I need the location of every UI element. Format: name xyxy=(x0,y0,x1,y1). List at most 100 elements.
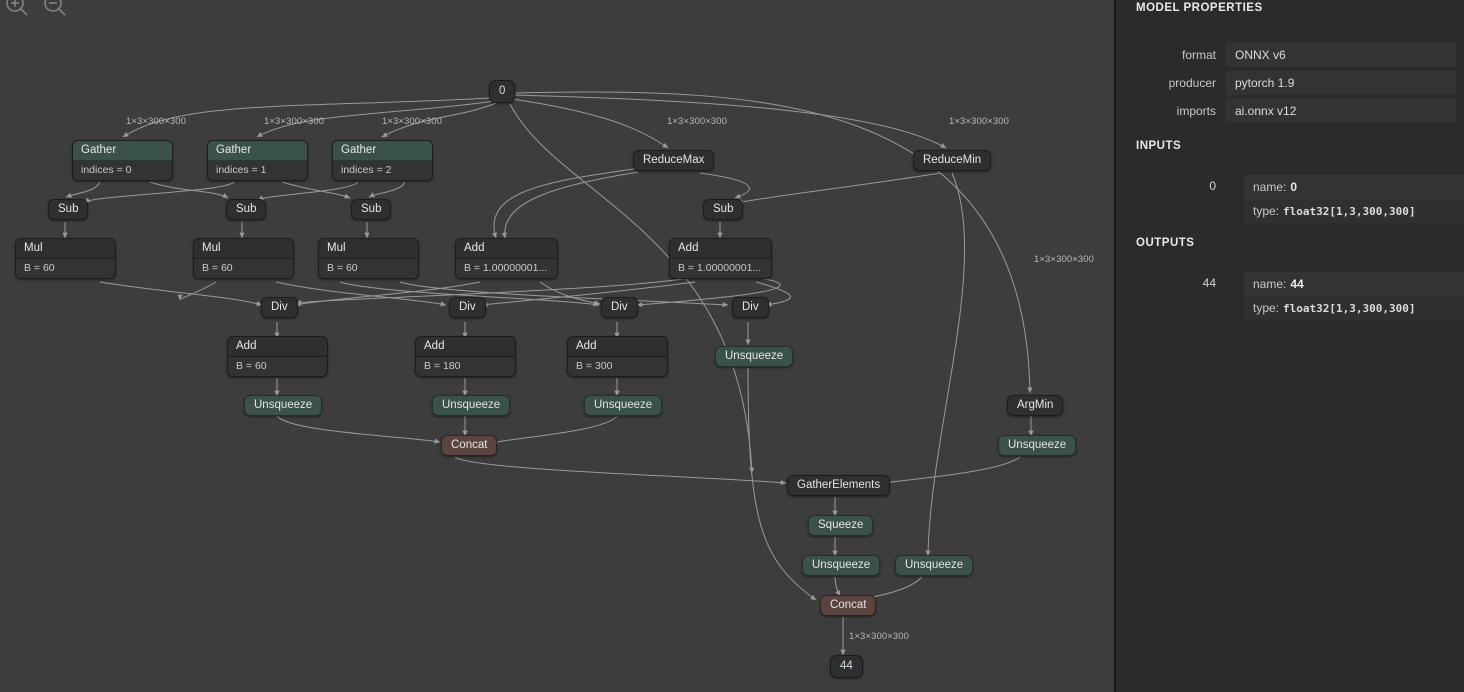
model-properties-sidebar: MODEL PROPERTIES format ONNX v6 producer… xyxy=(1114,0,1464,692)
property-row-producer: producer pytorch 1.9 xyxy=(1116,71,1456,95)
node-attribute: B = 60 xyxy=(16,259,115,278)
netron-window: 1×3×300×300 1×3×300×300 1×3×300×300 1×3×… xyxy=(0,0,1464,692)
edge-label-shape: 1×3×300×300 xyxy=(849,631,910,642)
node-label: 44 xyxy=(840,659,853,672)
node-label: ReduceMax xyxy=(643,153,705,166)
node-label: Unsqueeze xyxy=(812,558,871,571)
property-row-imports: imports ai.onnx v12 xyxy=(1116,99,1456,123)
graph-node-output-44[interactable]: 44 xyxy=(830,655,863,678)
input-type-line: type: float32[1,3,300,300] xyxy=(1244,199,1464,223)
node-label: Concat xyxy=(830,598,867,611)
input-name-label: name: xyxy=(1253,180,1287,194)
graph-node-div-1[interactable]: Div xyxy=(449,297,486,318)
node-attribute: indices = 1 xyxy=(208,161,307,180)
graph-node-div-2[interactable]: Div xyxy=(601,297,638,318)
node-title: Add xyxy=(456,239,557,259)
graph-node-gather-1[interactable]: Gather indices = 1 xyxy=(207,140,308,181)
graph-node-sub-1[interactable]: Sub xyxy=(226,199,267,220)
node-title: Add xyxy=(568,337,667,357)
graph-node-unsqueeze-4[interactable]: Unsqueeze xyxy=(802,555,881,576)
node-label: Sub xyxy=(713,202,734,215)
graph-node-div-3[interactable]: Div xyxy=(732,297,769,318)
output-name-label: name: xyxy=(1253,277,1287,291)
node-label: Unsqueeze xyxy=(1008,438,1067,451)
node-label: 0 xyxy=(499,84,506,97)
graph-node-mul-0[interactable]: Mul B = 60 xyxy=(15,238,116,279)
node-label: Squeeze xyxy=(818,518,864,531)
node-label: ArgMin xyxy=(1017,398,1054,411)
graph-node-mul-1[interactable]: Mul B = 60 xyxy=(193,238,294,279)
node-label: Sub xyxy=(58,202,79,215)
output-type-line: type: float32[1,3,300,300] xyxy=(1244,296,1464,320)
node-title: Add xyxy=(416,337,515,357)
section-header-outputs: OUTPUTS xyxy=(1136,237,1195,249)
graph-node-add-180[interactable]: Add B = 180 xyxy=(415,336,516,377)
graph-node-add-60[interactable]: Add B = 60 xyxy=(227,336,328,377)
graph-node-concat-0[interactable]: Concat xyxy=(441,435,498,456)
node-title: Add xyxy=(670,239,771,259)
node-label: Unsqueeze xyxy=(905,558,964,571)
node-attribute: B = 1.00000001... xyxy=(456,259,557,278)
node-title: Mul xyxy=(16,239,115,259)
input-index: 0 xyxy=(1209,179,1216,193)
property-value[interactable]: ai.onnx v12 xyxy=(1226,99,1456,123)
node-attribute: B = 60 xyxy=(194,259,293,278)
node-label: Unsqueeze xyxy=(594,398,653,411)
section-header-model-properties: MODEL PROPERTIES xyxy=(1136,2,1263,14)
node-attribute: B = 60 xyxy=(228,357,327,376)
graph-node-unsqueeze-2[interactable]: Unsqueeze xyxy=(584,395,663,416)
edge-label-shape: 1×3×300×300 xyxy=(264,116,325,127)
graph-node-argmin[interactable]: ArgMin xyxy=(1007,395,1064,416)
input-name-value: 0 xyxy=(1290,180,1298,194)
node-label: Div xyxy=(271,300,288,313)
graph-node-sub-0[interactable]: Sub xyxy=(48,199,89,220)
property-value[interactable]: pytorch 1.9 xyxy=(1226,71,1456,95)
graph-node-add-300[interactable]: Add B = 300 xyxy=(567,336,668,377)
node-attribute: indices = 2 xyxy=(333,161,432,180)
graph-node-sub-3[interactable]: Sub xyxy=(703,199,744,220)
graph-node-gatherelements[interactable]: GatherElements xyxy=(787,475,891,496)
node-title: Mul xyxy=(194,239,293,259)
graph-node-reducemin[interactable]: ReduceMin xyxy=(913,150,992,171)
graph-node-unsqueeze-argmin[interactable]: Unsqueeze xyxy=(998,435,1077,456)
graph-node-add-eps-1[interactable]: Add B = 1.00000001... xyxy=(669,238,772,279)
graph-node-unsqueeze-0[interactable]: Unsqueeze xyxy=(244,395,323,416)
graph-node-input-0[interactable]: 0 xyxy=(489,80,516,103)
graph-node-unsqueeze-3[interactable]: Unsqueeze xyxy=(715,346,794,367)
node-title: Gather xyxy=(73,141,172,161)
graph-node-add-eps-0[interactable]: Add B = 1.00000001... xyxy=(455,238,558,279)
property-value[interactable]: ONNX v6 xyxy=(1226,43,1456,67)
property-row-format: format ONNX v6 xyxy=(1116,43,1456,67)
graph-canvas[interactable]: 1×3×300×300 1×3×300×300 1×3×300×300 1×3×… xyxy=(0,0,1114,692)
graph-node-sub-2[interactable]: Sub xyxy=(351,199,392,220)
edge-label-shape: 1×3×300×300 xyxy=(382,116,443,127)
node-label: Div xyxy=(459,300,476,313)
output-card-0[interactable]: name: 44 type: float32[1,3,300,300] xyxy=(1244,272,1464,320)
node-label: Concat xyxy=(451,438,488,451)
node-title: Gather xyxy=(333,141,432,161)
property-label: producer xyxy=(1168,76,1216,90)
graph-node-div-0[interactable]: Div xyxy=(261,297,298,318)
graph-node-gather-0[interactable]: Gather indices = 0 xyxy=(72,140,173,181)
node-title: Add xyxy=(228,337,327,357)
node-label: Unsqueeze xyxy=(254,398,313,411)
graph-node-mul-2[interactable]: Mul B = 60 xyxy=(318,238,419,279)
node-title: Gather xyxy=(208,141,307,161)
graph-node-unsqueeze-1[interactable]: Unsqueeze xyxy=(432,395,511,416)
output-index: 44 xyxy=(1202,276,1216,290)
node-label: GatherElements xyxy=(797,478,881,491)
input-card-0[interactable]: name: 0 type: float32[1,3,300,300] xyxy=(1244,175,1464,223)
node-attribute: B = 60 xyxy=(319,259,418,278)
edge-label-shape: 1×3×300×300 xyxy=(1034,254,1095,265)
section-header-inputs: INPUTS xyxy=(1136,140,1182,152)
output-name-value: 44 xyxy=(1290,277,1304,291)
graph-node-reducemax[interactable]: ReduceMax xyxy=(633,150,715,171)
input-type-value: float32[1,3,300,300] xyxy=(1283,204,1416,218)
graph-node-gather-2[interactable]: Gather indices = 2 xyxy=(332,140,433,181)
graph-node-squeeze[interactable]: Squeeze xyxy=(808,515,874,536)
node-attribute: B = 180 xyxy=(416,357,515,376)
node-label: Div xyxy=(742,300,759,313)
graph-node-unsqueeze-5[interactable]: Unsqueeze xyxy=(895,555,974,576)
graph-node-concat-1[interactable]: Concat xyxy=(820,595,877,616)
node-label: Sub xyxy=(236,202,257,215)
